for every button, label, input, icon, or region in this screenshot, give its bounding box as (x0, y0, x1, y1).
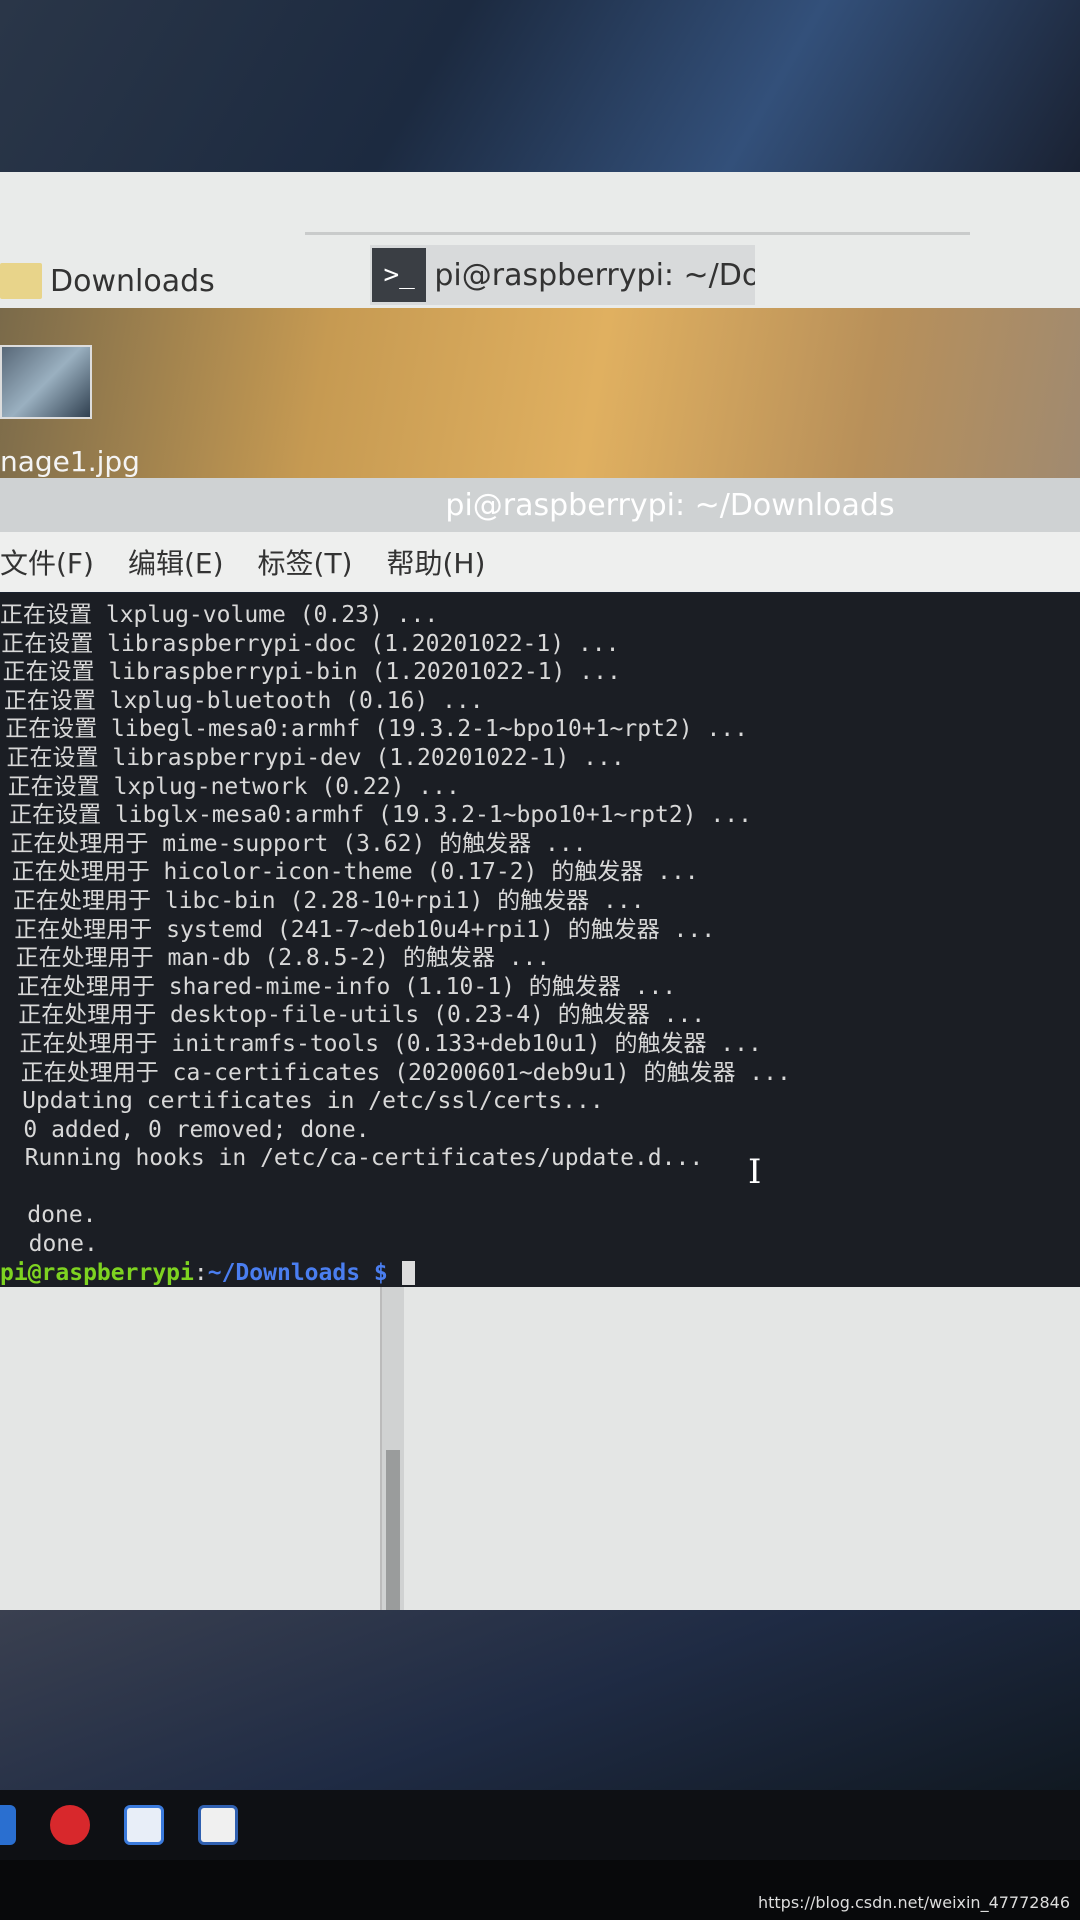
text-cursor (401, 1261, 415, 1286)
folder-icon (0, 263, 42, 299)
terminal-line: 正在处理用于 libc-bin (2.28-10+rpi1) 的触发器 ... (13, 887, 645, 914)
file-manager-icon[interactable] (0, 1805, 16, 1845)
terminal-line: 正在设置 libraspberrypi-doc (1.20201022-1) .… (1, 630, 620, 657)
terminal-icon: >_ (372, 248, 427, 302)
terminal-line: 0 added, 0 removed; done. (23, 1116, 370, 1143)
terminal-prompt[interactable]: pi@raspberrypi:~/Downloads $ (0, 1259, 1080, 1288)
desktop-background-bottom (0, 1610, 1080, 1800)
panel-divider (305, 232, 970, 235)
taskbar-terminal-label: pi@raspberrypi: ~/Do... (434, 257, 755, 293)
baidu-netdisk-icon[interactable] (124, 1805, 164, 1845)
terminal-line: 正在处理用于 systemd (241-7~deb10u4+rpi1) 的触发器… (14, 916, 716, 943)
image-file-label[interactable]: nage1.jpg (0, 445, 140, 478)
terminal-line: 正在处理用于 man-db (2.8.5-2) 的触发器 ... (15, 945, 551, 972)
terminal-line: 正在处理用于 desktop-file-utils (0.23-4) 的触发器 … (18, 1002, 706, 1029)
prompt-user: pi@raspberrypi (0, 1259, 194, 1286)
menu-bar: 文件(F) 编辑(E) 标签(T) 帮助(H) (0, 532, 1080, 592)
bottom-taskbar (0, 1790, 1080, 1860)
watermark: https://blog.csdn.net/weixin_47772846 (757, 1893, 1070, 1912)
scrollbar-thumb[interactable] (386, 1450, 400, 1610)
prompt-path: ~/Downloads $ (207, 1259, 388, 1286)
prompt-separator: : (193, 1259, 208, 1286)
terminal-line: 正在设置 libraspberrypi-bin (1.20201022-1) .… (2, 659, 621, 686)
terminal-line: 正在设置 libraspberrypi-dev (1.20201022-1) .… (6, 744, 625, 771)
terminal-line: 正在设置 lxplug-bluetooth (0.16) ... (3, 687, 484, 714)
terminal-line: 正在设置 lxplug-volume (0.23) ... (0, 602, 439, 628)
terminal-line: 正在设置 libegl-mesa0:armhf (19.3.2-1~bpo10+… (5, 716, 749, 743)
terminal-line: 正在处理用于 hicolor-icon-theme (0.17-2) 的触发器 … (11, 859, 699, 886)
terminal-line: 正在处理用于 shared-mime-info (1.10-1) 的触发器 ..… (16, 973, 677, 1000)
window-titlebar[interactable]: pi@raspberrypi: ~/Downloads (0, 478, 1080, 532)
netease-music-icon[interactable] (50, 1805, 90, 1845)
terminal-line: 正在处理用于 initramfs-tools (0.133+deb10u1) 的… (19, 1030, 762, 1057)
menu-file[interactable]: 文件(F) (0, 542, 94, 582)
terminal-line: done. (27, 1202, 97, 1229)
terminal-lines: 正在设置 lxplug-volume (0.23) ... 正在设置 libras… (0, 601, 1080, 1259)
menu-edit[interactable]: 编辑(E) (128, 542, 224, 582)
taskbar-downloads-label: Downloads (50, 263, 215, 299)
taskbar-downloads-button[interactable]: Downloads (0, 255, 220, 307)
background-window (0, 1287, 1080, 1610)
terminal-line: Updating certificates in /etc/ssl/certs.… (22, 1088, 604, 1115)
terminal-line: 正在处理用于 ca-certificates (20200601~deb9u1)… (20, 1059, 791, 1086)
desktop-wallpaper (0, 308, 1080, 478)
menu-help[interactable]: 帮助(H) (386, 542, 485, 582)
terminal-line: 正在设置 lxplug-network (0.22) ... (7, 773, 460, 800)
window-title: pi@raspberrypi: ~/Downloads (445, 487, 895, 523)
terminal-line: Running hooks in /etc/ca-certificates/up… (24, 1145, 704, 1172)
vnc-icon[interactable] (198, 1805, 238, 1845)
terminal-output[interactable]: 正在设置 lxplug-volume (0.23) ... 正在设置 libras… (0, 593, 1080, 1287)
terminal-line: done. (28, 1231, 98, 1258)
terminal-line: 正在设置 libglx-mesa0:armhf (19.3.2-1~bpo10+… (9, 802, 752, 829)
terminal-line: 正在处理用于 mime-support (3.62) 的触发器 ... (10, 830, 587, 857)
ibeam-cursor-icon: I (748, 1152, 762, 1192)
image-file-icon[interactable] (0, 345, 92, 419)
taskbar-terminal-button[interactable]: >_ pi@raspberrypi: ~/Do... (370, 245, 755, 305)
desktop-background-top (0, 0, 1080, 172)
menu-tabs[interactable]: 标签(T) (258, 542, 353, 582)
